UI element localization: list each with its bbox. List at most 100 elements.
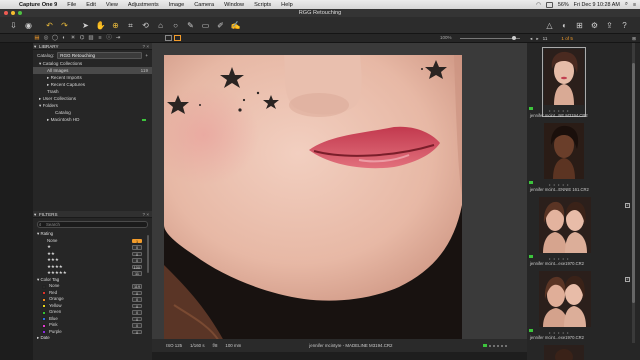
search-icon[interactable]: ⌕ bbox=[625, 1, 628, 8]
import-icon[interactable]: ⇩ bbox=[8, 20, 19, 31]
add-icon[interactable]: + bbox=[145, 53, 148, 58]
section-tools-icon[interactable]: ? × bbox=[142, 43, 149, 50]
filter-date-head[interactable]: ▸ Date bbox=[33, 335, 152, 342]
zoom-window-button[interactable] bbox=[18, 11, 22, 15]
filter-label: Green bbox=[49, 309, 62, 314]
filter-search-input[interactable]: ⌕ Search bbox=[37, 221, 148, 228]
tree-folders[interactable]: ▾ Folders bbox=[33, 102, 152, 109]
brush-icon[interactable]: ✎ bbox=[185, 20, 196, 31]
pan-icon[interactable]: ✋ bbox=[95, 20, 106, 31]
filter-count: 0 bbox=[132, 290, 142, 296]
help-icon[interactable]: ? bbox=[619, 20, 630, 31]
filter-count: 0 bbox=[132, 316, 142, 322]
rating-dot[interactable] bbox=[505, 344, 507, 347]
tree-macintosh-hd[interactable]: ▸ Macintosh HD bbox=[33, 116, 152, 123]
view-single-icon[interactable] bbox=[165, 35, 172, 41]
variant-badge[interactable]: 2 bbox=[625, 277, 630, 282]
filter-count: 0 bbox=[132, 245, 142, 250]
catalog-select[interactable]: RGG Retouching bbox=[57, 51, 143, 59]
filter-list: ▾ Rating None 1 ★ 0 ★★ 0 ★★★ 0 ★★★★ 100 ★★★★★… bbox=[33, 231, 152, 342]
menu-help[interactable]: Help bbox=[276, 2, 298, 8]
filter-count: 0 bbox=[132, 310, 142, 315]
section-tools-icon[interactable]: ? × bbox=[142, 211, 149, 218]
tab-lens-icon[interactable]: ◯ bbox=[51, 35, 59, 42]
cursor-icon[interactable]: ➤ bbox=[80, 20, 91, 31]
collapse-icon[interactable]: ▾ bbox=[34, 43, 36, 50]
tab-output-icon[interactable]: ⇥ bbox=[114, 35, 122, 42]
compare-icon[interactable]: ◐ bbox=[559, 20, 570, 31]
filter-count: 0 bbox=[132, 329, 142, 335]
menu-edit[interactable]: Edit bbox=[81, 2, 101, 8]
view-multi-icon[interactable] bbox=[174, 35, 181, 41]
menu-adjustments[interactable]: Adjustments bbox=[123, 2, 164, 8]
capture-icon[interactable]: ◉ bbox=[23, 20, 34, 31]
rating-dot[interactable] bbox=[501, 344, 503, 347]
menu-scripts[interactable]: Scripts bbox=[249, 2, 276, 8]
annotate-icon[interactable]: ✍ bbox=[230, 20, 241, 31]
menu-file[interactable]: File bbox=[62, 2, 81, 8]
settings-icon[interactable]: ⚙ bbox=[589, 20, 600, 31]
browser-forward-icon[interactable]: ▸ bbox=[536, 36, 538, 42]
window-title: RGG Retouching bbox=[298, 10, 342, 16]
zoom-slider[interactable] bbox=[460, 38, 520, 39]
menu-list-icon[interactable]: ≡ bbox=[633, 2, 636, 8]
tree-trash[interactable]: Trash bbox=[33, 88, 152, 95]
image-viewer[interactable] bbox=[152, 43, 527, 352]
browser-back-icon[interactable]: ◂ bbox=[530, 36, 532, 42]
collapse-icon[interactable]: ▾ bbox=[34, 211, 36, 218]
browser-scrollbar[interactable] bbox=[632, 43, 635, 343]
tree-catalog-collections[interactable]: ▾ Catalog Collections bbox=[33, 60, 152, 67]
library-title: LIBRARY bbox=[39, 44, 59, 49]
undo-icon[interactable]: ↶ bbox=[44, 20, 55, 31]
eraser-icon[interactable]: ▭ bbox=[200, 20, 211, 31]
picker-icon[interactable]: ✐ bbox=[215, 20, 226, 31]
filter-scrollbar[interactable] bbox=[147, 235, 149, 273]
keystone-icon[interactable]: ⌂ bbox=[155, 20, 166, 31]
filter-label: ★★★ bbox=[47, 257, 59, 262]
tab-adjust-icon[interactable]: ≡ bbox=[96, 35, 104, 42]
filters-header[interactable]: ▾ FILTERS ? × bbox=[33, 211, 152, 218]
close-window-button[interactable] bbox=[4, 11, 8, 15]
tree-recent-imports[interactable]: ▸ Recent Imports bbox=[33, 74, 152, 81]
tab-local-icon[interactable]: ▨ bbox=[87, 35, 95, 42]
tab-color-icon[interactable]: ◐ bbox=[60, 35, 68, 42]
rating-dot[interactable] bbox=[493, 344, 495, 347]
viewer-rating[interactable] bbox=[483, 344, 507, 347]
share-icon[interactable]: ⇪ bbox=[604, 20, 615, 31]
grid-icon[interactable]: ⊞ bbox=[574, 20, 585, 31]
tab-metadata-icon[interactable]: ⓘ bbox=[105, 35, 113, 42]
menu-window[interactable]: Window bbox=[219, 2, 249, 8]
library-header[interactable]: ▾ LIBRARY ? × bbox=[33, 43, 152, 50]
zoom-slider-knob[interactable] bbox=[512, 36, 516, 40]
filter-count: 1 bbox=[132, 238, 142, 244]
menu-camera[interactable]: Camera bbox=[189, 2, 219, 8]
rating-dot[interactable] bbox=[497, 344, 499, 347]
minimize-window-button[interactable] bbox=[11, 11, 15, 15]
rating-dot[interactable] bbox=[489, 344, 491, 347]
tree-catalog-folder[interactable]: Catalog bbox=[33, 109, 152, 116]
viewer-image[interactable] bbox=[164, 55, 462, 341]
variant-badge[interactable]: 2 bbox=[625, 203, 630, 208]
tab-capture-icon[interactable]: ◎ bbox=[42, 35, 50, 42]
battery-percent: 56% bbox=[557, 1, 569, 8]
browser-scrollbar-thumb[interactable] bbox=[632, 63, 635, 303]
tab-detail-icon[interactable]: ⌬ bbox=[78, 35, 86, 42]
menu-view[interactable]: View bbox=[101, 2, 123, 8]
menu-app[interactable]: Capture One 9 bbox=[14, 2, 62, 8]
menu-image[interactable]: Image bbox=[164, 2, 190, 8]
tree-user-collections[interactable]: ▸ User Collections bbox=[33, 95, 152, 102]
wifi-icon[interactable]: ◠ bbox=[536, 2, 541, 8]
warning-icon[interactable]: △ bbox=[544, 20, 555, 31]
tab-library-icon[interactable]: ▤ bbox=[33, 35, 41, 42]
tab-exposure-icon[interactable]: ☀ bbox=[69, 35, 77, 42]
zoom-icon[interactable]: ⊕ bbox=[110, 20, 121, 31]
tree-recent-captures[interactable]: ▸ Recent Captures bbox=[33, 81, 152, 88]
browser-grid-icon[interactable]: ⊞ bbox=[632, 36, 636, 42]
clock[interactable]: Fri Dec 9 10:28 AM bbox=[574, 2, 620, 8]
spot-icon[interactable]: ○ bbox=[170, 20, 181, 31]
redo-icon[interactable]: ↷ bbox=[59, 20, 70, 31]
tree-all-images[interactable]: All Images 119 bbox=[33, 67, 152, 74]
crop-icon[interactable]: ⌗ bbox=[125, 20, 136, 31]
rotate-icon[interactable]: ⟲ bbox=[140, 20, 151, 31]
battery-icon[interactable] bbox=[545, 1, 553, 8]
